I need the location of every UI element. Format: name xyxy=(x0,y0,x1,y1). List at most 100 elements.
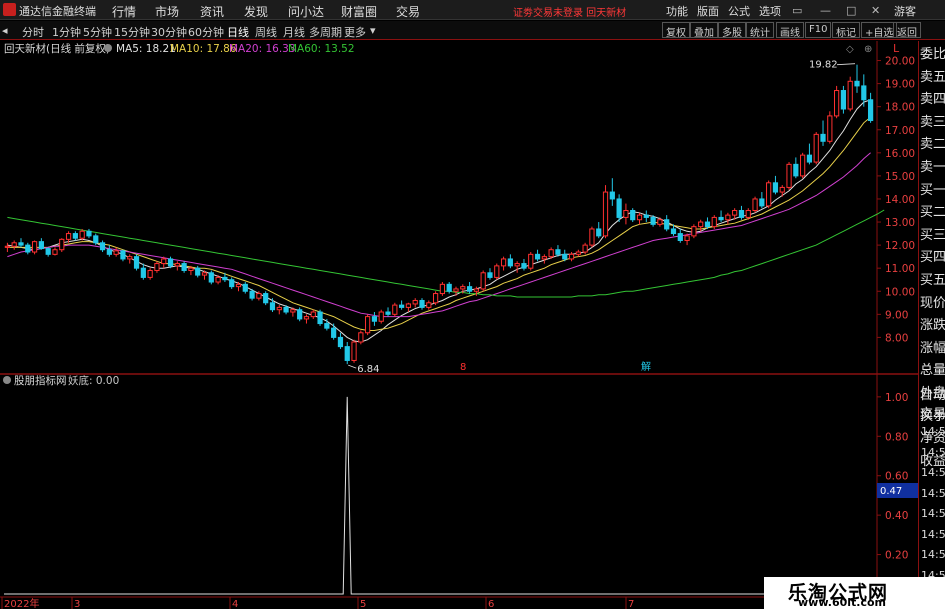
candle-body xyxy=(500,258,507,267)
quote-label: 委比 xyxy=(920,47,945,62)
menu-assistant[interactable]: 问小达 xyxy=(288,3,324,20)
period-5min[interactable]: 5分钟 xyxy=(83,24,112,40)
menu-news[interactable]: 资讯 xyxy=(200,3,224,20)
indicator-value-box-text: 0.47 xyxy=(880,486,902,497)
indicator-tick-label: 0.20 xyxy=(885,550,908,562)
candle-body xyxy=(827,115,833,142)
period-30min[interactable]: 30分钟 xyxy=(151,24,187,40)
candle-body xyxy=(392,304,398,315)
candle-body xyxy=(201,272,208,276)
candle-body xyxy=(229,279,235,288)
trade-time: 14:56 xyxy=(921,548,945,561)
left-arrow-icon[interactable]: ◂ xyxy=(2,24,8,37)
candle-body xyxy=(385,311,391,315)
period-timeshare[interactable]: 分时 xyxy=(22,24,44,40)
candle-body xyxy=(371,316,378,322)
btn-overlay[interactable]: 叠加 xyxy=(690,22,718,39)
candle-body xyxy=(331,327,337,338)
btn-f10[interactable]: F10 xyxy=(805,22,832,38)
candle-body xyxy=(609,191,615,200)
btn-statistics[interactable]: 统计 xyxy=(746,22,774,39)
candle-body xyxy=(555,249,561,255)
trade-time: 14:56 xyxy=(921,527,945,541)
candle-body xyxy=(18,242,24,246)
login-warning[interactable]: 证劵交易未登录 回天新材 xyxy=(513,4,626,19)
price-tick-label: 8.00 xyxy=(885,332,908,344)
candle-body xyxy=(11,242,17,247)
trade-time: 14:56 xyxy=(921,445,945,459)
period-weekly[interactable]: 周线 xyxy=(255,24,277,40)
user-label[interactable]: 游客 xyxy=(894,3,916,19)
candle-body xyxy=(718,216,724,221)
candle-body xyxy=(161,258,167,265)
candle-body xyxy=(181,263,187,271)
candle-body xyxy=(93,235,99,244)
candle-body xyxy=(235,283,242,288)
settings-dot-icon[interactable] xyxy=(104,44,112,52)
menu-layout[interactable]: 版面 xyxy=(697,3,719,19)
trade-time: 14:56 xyxy=(921,507,945,520)
event-marker-unlock[interactable]: 解 xyxy=(641,360,651,373)
candle-body xyxy=(249,290,255,299)
chart-area[interactable]: 回天新材(日线 前复权) MA5: 18.21 MA10: 17.86 MA20… xyxy=(0,41,918,609)
menu-options[interactable]: 选项 xyxy=(759,3,781,19)
period-15min[interactable]: 15分钟 xyxy=(114,24,150,40)
btn-restore-rights[interactable]: 复权 xyxy=(662,22,690,39)
quote-label: 买五 xyxy=(920,273,945,288)
close-icon[interactable]: ✕ xyxy=(871,4,880,17)
chevron-down-icon[interactable]: ▾ xyxy=(370,24,376,37)
indicator-settings-icon[interactable] xyxy=(3,376,11,384)
menu-function[interactable]: 功能 xyxy=(666,3,688,19)
candle-body xyxy=(269,302,276,311)
period-monthly[interactable]: 月线 xyxy=(283,24,305,40)
candle-body xyxy=(140,267,146,278)
candle-body xyxy=(636,214,643,221)
candle-body xyxy=(358,332,364,343)
candle-body xyxy=(127,256,133,260)
candle-body xyxy=(405,303,412,308)
menu-market[interactable]: 市场 xyxy=(155,3,179,20)
quote-label: 涨幅 xyxy=(920,340,945,356)
candle-body xyxy=(303,316,310,320)
skin-icon[interactable]: ▭ xyxy=(792,4,802,17)
candle-body xyxy=(514,263,520,267)
menu-wealth[interactable]: 财富圈 xyxy=(341,3,377,20)
maximize-icon[interactable]: □ xyxy=(846,4,856,17)
ma60-label: MA60: 13.52 xyxy=(288,43,355,55)
btn-mark[interactable]: 标记 xyxy=(832,22,860,39)
candle-body xyxy=(337,336,344,348)
zoom-icon[interactable]: ⊕ xyxy=(864,44,872,55)
price-tick-label: 14.00 xyxy=(885,194,915,206)
diamond-icon[interactable]: ◇ xyxy=(846,44,854,55)
event-marker-8[interactable]: 8 xyxy=(460,362,466,373)
candle-body xyxy=(664,219,670,230)
menu-formula[interactable]: 公式 xyxy=(728,3,750,19)
menu-trade[interactable]: 交易 xyxy=(396,3,420,20)
price-tick-label: 19.00 xyxy=(885,79,915,91)
candle-body xyxy=(562,253,568,260)
period-more[interactable]: 更多 xyxy=(344,24,366,40)
minimize-icon[interactable]: — xyxy=(820,4,831,17)
period-multi[interactable]: 多周期 xyxy=(309,24,342,40)
candle-body xyxy=(79,230,85,239)
btn-draw-line[interactable]: 画线 xyxy=(776,22,804,39)
axis-mode-label[interactable]: L xyxy=(893,42,900,55)
period-60min[interactable]: 60分钟 xyxy=(188,24,224,40)
candle-body xyxy=(466,286,473,292)
candle-body xyxy=(840,90,847,110)
candle-body xyxy=(59,238,65,251)
btn-add-favorite[interactable]: +自选 xyxy=(861,22,898,39)
btn-back[interactable]: 返回 xyxy=(893,22,921,39)
menu-quotes[interactable]: 行情 xyxy=(112,3,136,20)
period-1min[interactable]: 1分钟 xyxy=(52,24,81,40)
candle-body xyxy=(602,191,609,237)
btn-multi-stock[interactable]: 多股 xyxy=(718,22,746,39)
quote-label: 卖二 xyxy=(920,137,945,153)
menu-discover[interactable]: 发现 xyxy=(244,3,268,20)
candle-body xyxy=(528,253,534,269)
period-daily[interactable]: 日线 xyxy=(227,24,249,40)
candle-body xyxy=(154,263,160,271)
price-tick-label: 17.00 xyxy=(885,125,915,137)
candle-body xyxy=(4,245,11,248)
quote-label: 卖五 xyxy=(920,69,945,85)
